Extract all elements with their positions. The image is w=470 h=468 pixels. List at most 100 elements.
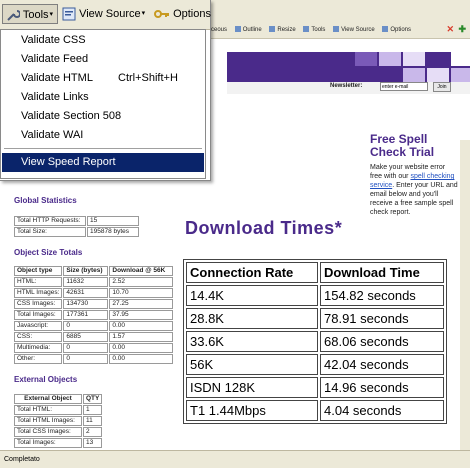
add-icon[interactable]: ✚: [458, 24, 466, 35]
banner-square: [403, 52, 425, 66]
table-cell: 14.96 seconds: [320, 377, 444, 398]
bg-toolbar-item-2[interactable]: Resize: [269, 22, 296, 38]
tools-dropdown-menu: Validate CSS Validate Feed Validate HTML…: [0, 29, 206, 179]
table-header-row: Connection Rate Download Time: [186, 262, 444, 283]
newsletter-join-button[interactable]: Join: [433, 82, 451, 92]
table-cell: ISDN 128K: [186, 377, 318, 398]
table-row: Other: 0 0.00: [14, 354, 174, 364]
column-header: Size (bytes): [63, 266, 109, 276]
dropdown-arrow-icon: ▾: [141, 10, 146, 17]
table-cell: 42.04 seconds: [320, 354, 444, 375]
bg-toolbar-item-5[interactable]: Options: [382, 22, 411, 38]
table-cell: Total Images:: [14, 310, 63, 320]
bg-toolbar-item-0[interactable]: ceous: [211, 22, 227, 38]
banner-square: [355, 52, 377, 66]
view-source-icon: [333, 26, 340, 33]
table-cell: Javascript:: [14, 321, 63, 331]
object-size-totals-heading: Object Size Totals: [14, 248, 83, 257]
bg-toolbar-item-3[interactable]: Tools: [303, 22, 325, 38]
table-cell: 1.57: [109, 332, 174, 342]
banner-square: [427, 68, 449, 82]
bg-toolbar-item-4[interactable]: View Source: [333, 22, 375, 38]
banner-square: [451, 52, 470, 66]
table-row: 33.6K 68.06 seconds: [186, 331, 444, 352]
table-cell: 6885: [63, 332, 109, 342]
table-cell: Total HTTP Requests:: [14, 216, 86, 226]
background-toolbar: ceous Outline Resize Tools View Source O…: [205, 22, 470, 39]
bg-toolbar-item-1[interactable]: Outline: [234, 22, 262, 38]
download-times-title: Download Times*: [185, 218, 343, 238]
newsletter-label: Newsletter:: [330, 83, 363, 89]
table-cell: 195878 bytes: [87, 227, 139, 237]
menu-item-label: View Speed Report: [21, 156, 116, 168]
table-cell: Total CSS Images:: [14, 427, 82, 437]
table-cell: 0: [63, 321, 109, 331]
table-row: Multimedia: 0 0.00: [14, 343, 174, 353]
view-source-label: View Source: [79, 8, 141, 20]
menu-item-view-speed-report[interactable]: View Speed Report: [2, 153, 204, 172]
table-row: Total Size: 195878 bytes: [14, 227, 139, 237]
options-button[interactable]: Options: [154, 4, 211, 24]
menu-item-label: Validate WAI: [21, 129, 84, 141]
table-row: 14.4K 154.82 seconds: [186, 285, 444, 306]
column-header: Download @ 56K: [109, 266, 174, 276]
foreground-browser-window: Tools▾ View Source▾ Options Validate CSS…: [0, 0, 211, 181]
menu-item-label: Validate Links: [21, 91, 89, 103]
background-menubar: [205, 0, 470, 23]
vertical-scrollbar[interactable]: [460, 140, 470, 450]
table-cell: HTML:: [14, 277, 63, 287]
column-header: Download Time: [320, 262, 444, 283]
table-cell: 42631: [63, 288, 109, 298]
newsletter-email-input[interactable]: enter e-mail: [380, 82, 428, 91]
menu-item-validate-wai[interactable]: Validate WAI: [2, 126, 204, 145]
site-banner: [227, 52, 470, 82]
table-row: Javascript: 0 0.00: [14, 321, 174, 331]
options-icon: [382, 26, 389, 33]
table-cell: 11: [83, 416, 103, 426]
view-source-icon: [62, 7, 76, 21]
outline-icon: [234, 26, 241, 33]
table-row: Total Images: 13: [14, 438, 103, 448]
menu-item-validate-feed[interactable]: Validate Feed: [2, 50, 204, 69]
close-icon[interactable]: ✕: [446, 24, 454, 35]
banner-square: [379, 52, 401, 66]
table-cell: 15: [87, 216, 139, 226]
table-header-row: External Object QTY: [14, 394, 103, 404]
table-cell: 14.4K: [186, 285, 318, 306]
menu-item-validate-links[interactable]: Validate Links: [2, 88, 204, 107]
table-cell: 0.00: [109, 343, 174, 353]
banner-square: [451, 68, 470, 82]
table-row: Total HTTP Requests: 15: [14, 216, 139, 226]
download-times-table: Connection Rate Download Time 14.4K 154.8…: [183, 259, 447, 424]
key-icon: [154, 10, 169, 19]
table-cell: 68.06 seconds: [320, 331, 444, 352]
table-cell: 33.6K: [186, 331, 318, 352]
table-cell: Other:: [14, 354, 63, 364]
table-cell: 78.91 seconds: [320, 308, 444, 329]
table-row: HTML Images: 42631 10.70: [14, 288, 174, 298]
view-source-button[interactable]: View Source▾: [62, 4, 145, 24]
global-statistics-table: Total HTTP Requests: 15 Total Size: 1958…: [13, 215, 140, 238]
table-cell: 4.04 seconds: [320, 400, 444, 421]
dropdown-arrow-icon: ▾: [49, 11, 54, 18]
object-size-table: Object type Size (bytes) Download @ 56K …: [13, 265, 174, 365]
global-statistics-heading: Global Statistics: [14, 196, 77, 205]
external-objects-heading: External Objects: [14, 375, 78, 384]
table-cell: Total Size:: [14, 227, 86, 237]
table-cell: 27.25: [109, 299, 174, 309]
table-row: HTML: 11632 2.52: [14, 277, 174, 287]
extension-toolbar: Tools▾ View Source▾ Options: [0, 0, 211, 30]
menu-item-label: Validate Feed: [21, 53, 89, 65]
menu-item-validate-css[interactable]: Validate CSS: [2, 31, 204, 50]
tools-button[interactable]: Tools▾: [2, 4, 58, 24]
table-cell: Total HTML:: [14, 405, 82, 415]
menu-item-validate-section-508[interactable]: Validate Section 508: [2, 107, 204, 126]
table-cell: 10.70: [109, 288, 174, 298]
menu-item-validate-html[interactable]: Validate HTML Ctrl+Shift+H: [2, 69, 204, 88]
table-cell: 37.95: [109, 310, 174, 320]
external-objects-table: External Object QTY Total HTML: 1 Total H…: [13, 393, 103, 449]
table-cell: 56K: [186, 354, 318, 375]
background-browser-window: ceous Outline Resize Tools View Source O…: [205, 0, 470, 140]
status-bar: Completato: [0, 450, 470, 468]
table-cell: 0.00: [109, 354, 174, 364]
